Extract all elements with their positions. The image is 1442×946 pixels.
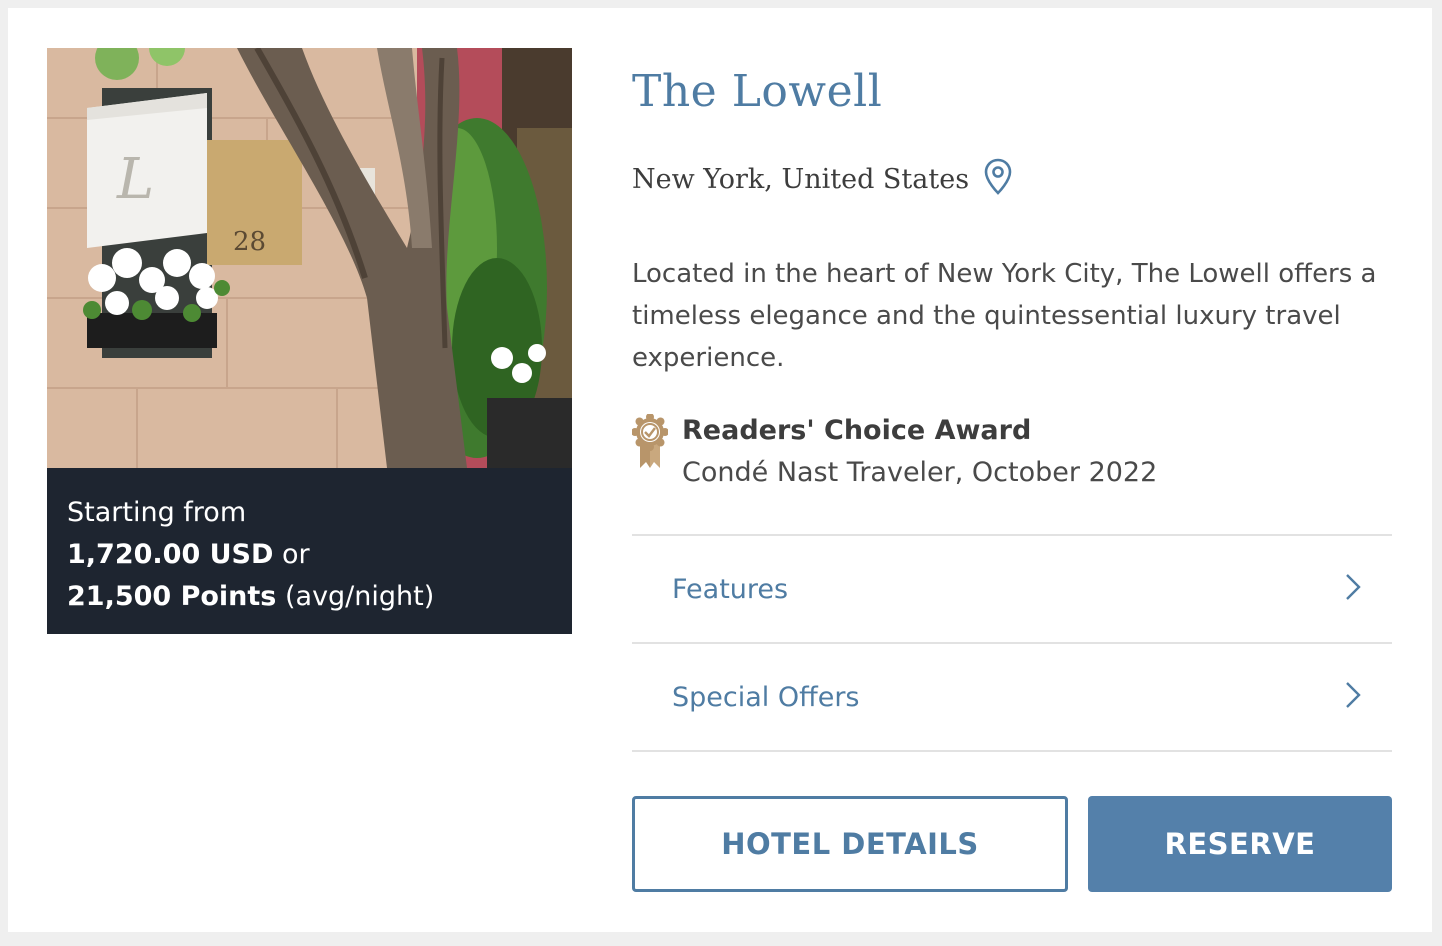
reserve-button[interactable]: RESERVE <box>1088 796 1392 892</box>
or-label: or <box>282 539 310 570</box>
map-pin-icon[interactable] <box>983 158 1013 200</box>
accordion-special-offers[interactable]: Special Offers <box>632 644 1392 752</box>
award-source: Condé Nast Traveler, October 2022 <box>682 457 1158 488</box>
price-panel: Starting from 1,720.00 USD or 21,500 Poi… <box>47 468 572 634</box>
hotel-card: L 28 Starting from 1,720.00 USD or 21,50… <box>8 8 1432 932</box>
details-accordion: Features Special Offers <box>632 534 1392 752</box>
award-title: Readers' Choice Award <box>682 415 1032 446</box>
hotel-photo[interactable]: L 28 <box>47 48 572 468</box>
chevron-right-icon <box>1344 680 1362 714</box>
hotel-name[interactable]: The Lowell <box>632 66 882 117</box>
starting-from-label: Starting from <box>67 497 247 528</box>
location-text: New York, United States <box>632 163 970 195</box>
awning-letter: L <box>116 147 154 212</box>
hotel-details-button[interactable]: HOTEL DETAILS <box>632 796 1068 892</box>
award-text: Readers' Choice Award Condé Nast Travele… <box>682 410 1157 494</box>
accordion-special-offers-label: Special Offers <box>672 681 860 713</box>
hotel-description: Located in the heart of New York City, T… <box>632 259 1377 373</box>
hotel-location: New York, United States <box>632 158 1013 200</box>
plaque-number: 28 <box>233 227 266 257</box>
per-night-label: (avg/night) <box>284 581 435 612</box>
accordion-features[interactable]: Features <box>632 536 1392 644</box>
accordion-features-label: Features <box>672 573 789 605</box>
price-usd-line: 1,720.00 USD or <box>67 534 572 576</box>
price-points: 21,500 Points <box>67 581 277 612</box>
chevron-right-icon <box>1344 572 1362 606</box>
award-badge-icon <box>631 413 669 494</box>
award: Readers' Choice Award Condé Nast Travele… <box>631 410 1157 494</box>
price-usd: 1,720.00 USD <box>67 539 274 570</box>
price-points-line: 21,500 Points (avg/night) <box>67 576 572 618</box>
